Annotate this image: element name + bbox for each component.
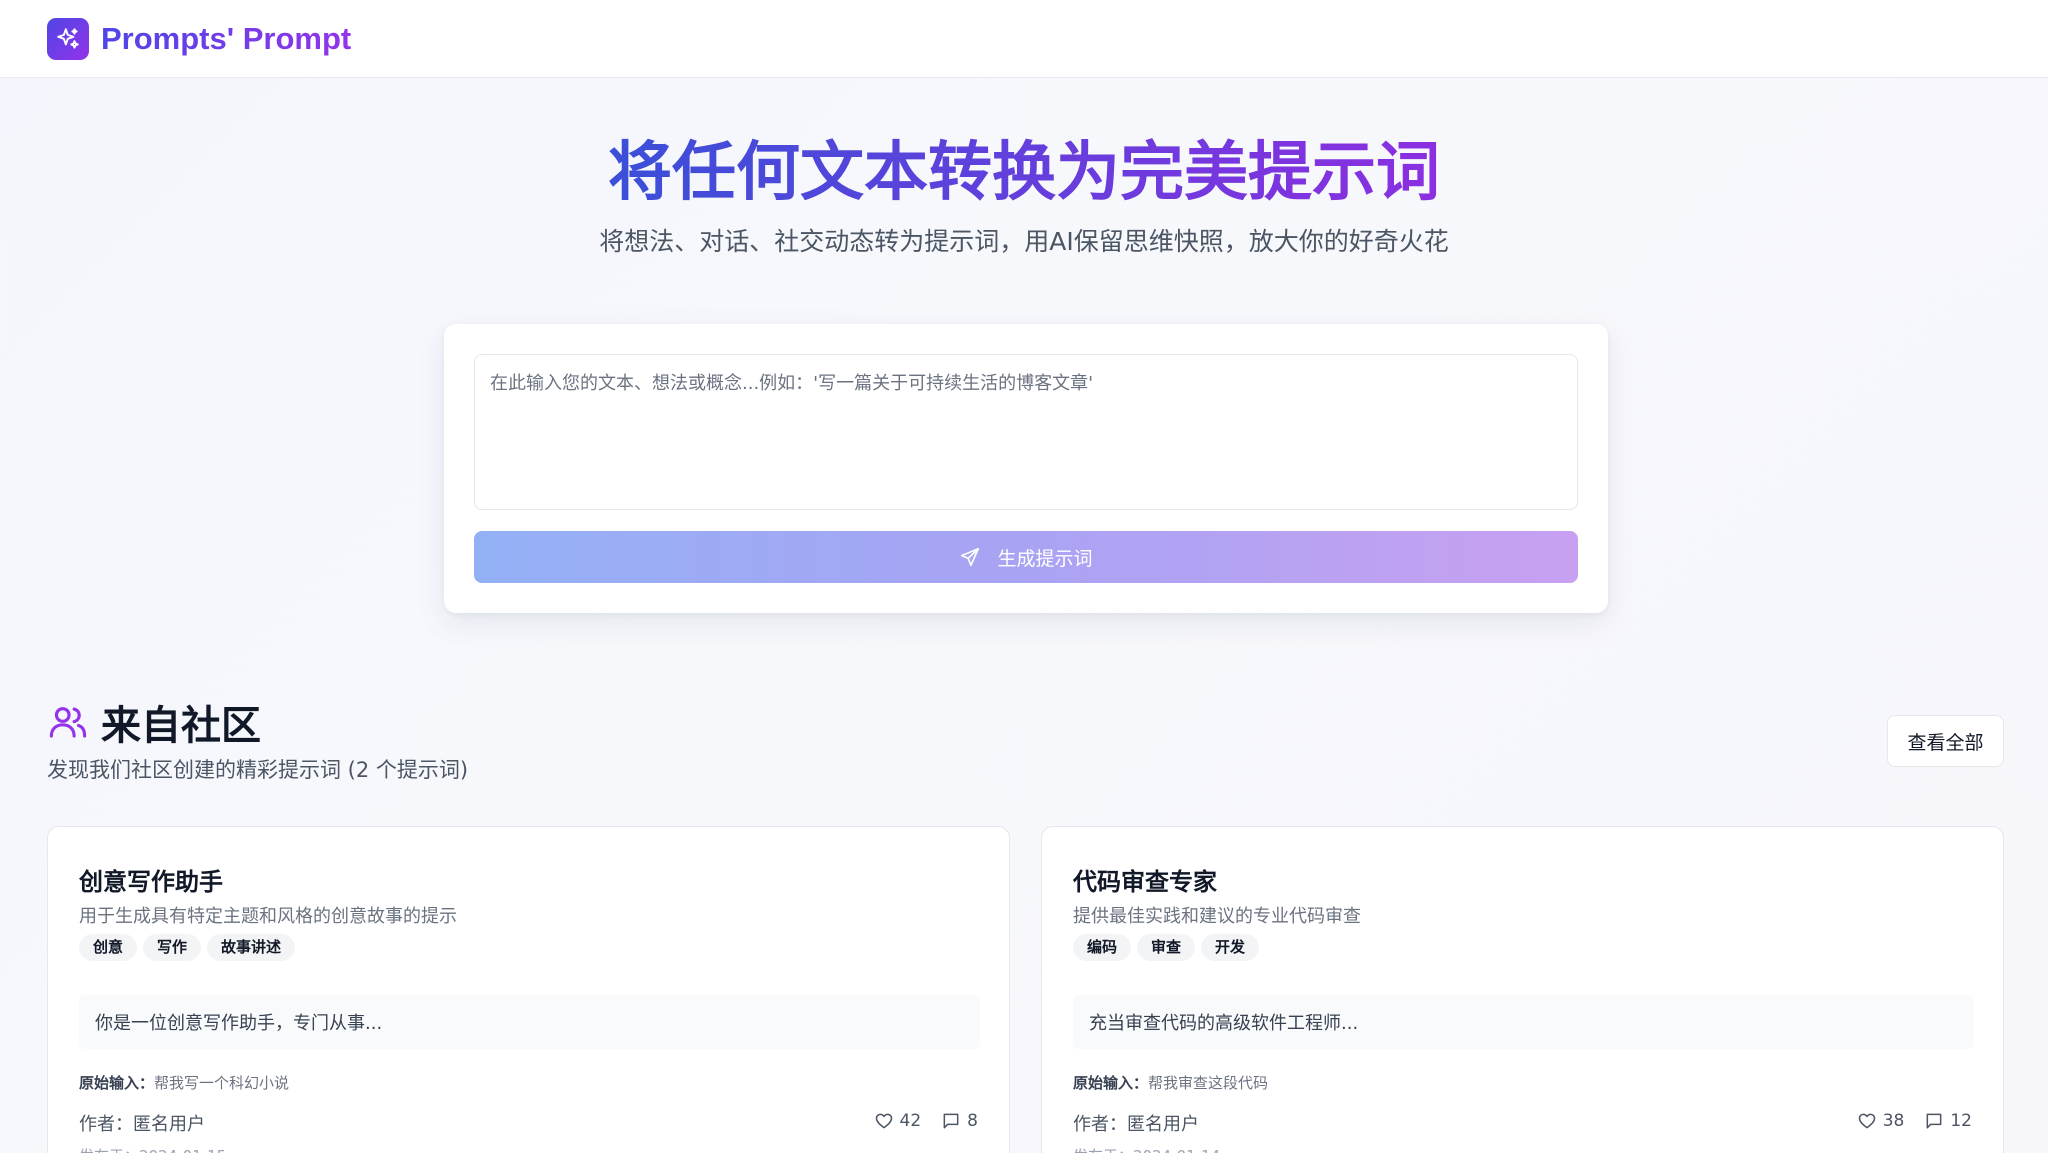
prompt-preview: 充当审查代码的高级软件工程师...	[1073, 995, 1974, 1049]
card-stats: 38 12	[1857, 1111, 1972, 1131]
original-input: 原始输入：帮我写一个科幻小说	[79, 1072, 289, 1093]
users-icon	[49, 707, 87, 738]
original-input-label: 原始输入：	[79, 1074, 155, 1092]
community-title: 来自社区	[101, 703, 261, 749]
send-icon	[961, 547, 980, 567]
top-bar: Prompts' Prompt	[0, 0, 2048, 78]
comment-icon	[943, 1113, 959, 1129]
tag[interactable]: 开发	[1201, 934, 1260, 961]
community-description: 发现我们社区创建的精彩提示词 (2 个提示词)	[47, 758, 469, 782]
prompt-generator-card: 生成提示词	[444, 324, 1608, 613]
logo-badge[interactable]	[47, 17, 89, 60]
generate-prompt-button[interactable]: 生成提示词	[474, 531, 1578, 583]
comment-count: 12	[1950, 1111, 1972, 1131]
prompt-preview: 你是一位创意写作助手，专门从事...	[79, 995, 980, 1049]
like-count: 42	[899, 1111, 922, 1131]
tag-list: 创意 写作 故事讲述	[79, 934, 296, 961]
card-description: 提供最佳实践和建议的专业代码审查	[1073, 906, 1361, 927]
card-title[interactable]: 创意写作助手	[79, 862, 223, 897]
tag[interactable]: 写作	[143, 934, 202, 961]
comment-icon	[1926, 1113, 1942, 1129]
card-description: 用于生成具有特定主题和风格的创意故事的提示	[79, 906, 457, 927]
tag[interactable]: 创意	[79, 934, 138, 961]
publish-date: 发布于：2024-01-15	[79, 1145, 226, 1153]
generate-button-label: 生成提示词	[997, 547, 1093, 570]
tag-list: 编码 审查 开发	[1073, 934, 1260, 961]
original-input: 原始输入：帮我审查这段代码	[1073, 1072, 1268, 1093]
publish-date: 发布于：2024-01-14	[1073, 1145, 1220, 1153]
heart-icon	[875, 1113, 892, 1129]
like-button[interactable]: 42	[874, 1111, 922, 1131]
comment-button[interactable]: 12	[1924, 1111, 1972, 1131]
like-count: 38	[1882, 1111, 1905, 1131]
comment-button[interactable]: 8	[941, 1111, 978, 1131]
comment-count: 8	[967, 1111, 978, 1131]
view-all-button[interactable]: 查看全部	[1887, 715, 2004, 767]
card-stats: 42 8	[874, 1111, 978, 1131]
prompt-input[interactable]	[474, 354, 1578, 510]
hero-title: 将任何文本转换为完美提示词	[0, 128, 2048, 218]
community-header: 来自社区	[47, 693, 261, 751]
prompt-card[interactable]: 代码审查专家 提供最佳实践和建议的专业代码审查 编码 审查 开发 充当审查代码的…	[1041, 826, 2004, 1153]
original-input-text: 帮我写一个科幻小说	[154, 1074, 290, 1092]
like-button[interactable]: 38	[1857, 1111, 1905, 1131]
hero-subtitle: 将想法、对话、社交动态转为提示词，用AI保留思维快照，放大你的好奇火花	[599, 227, 1449, 256]
tag[interactable]: 故事讲述	[207, 934, 296, 961]
author: 作者：匿名用户	[79, 1114, 205, 1135]
author: 作者：匿名用户	[1073, 1114, 1199, 1135]
tag[interactable]: 审查	[1137, 934, 1196, 961]
original-input-text: 帮我审查这段代码	[1148, 1074, 1269, 1092]
tag[interactable]: 编码	[1073, 934, 1132, 961]
app-name[interactable]: Prompts' Prompt	[101, 21, 351, 57]
sparkles-icon	[57, 27, 79, 49]
original-input-label: 原始输入：	[1073, 1074, 1149, 1092]
heart-icon	[1858, 1113, 1875, 1129]
prompt-card[interactable]: 创意写作助手 用于生成具有特定主题和风格的创意故事的提示 创意 写作 故事讲述 …	[47, 826, 1010, 1153]
card-title[interactable]: 代码审查专家	[1073, 862, 1217, 897]
